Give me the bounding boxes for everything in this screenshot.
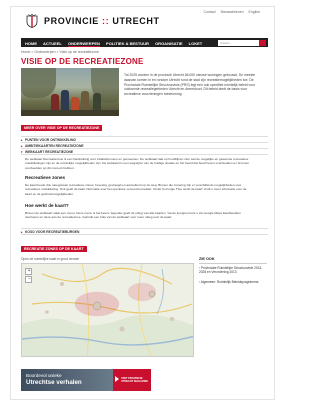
- brand-wordmark[interactable]: PROVINCIE :: UTRECHT: [44, 16, 160, 26]
- arrow-right-icon: [115, 376, 119, 382]
- brand-left: PROVINCIE: [44, 16, 99, 26]
- search-placeholder: Zoeken: [220, 40, 231, 45]
- how-text: Binnen de webkaart staat een menu. Deze …: [25, 211, 241, 220]
- util-link-english[interactable]: English: [249, 10, 260, 14]
- accordion-label: WEBKAART RECREATIEZONE: [25, 150, 74, 155]
- map-widget[interactable]: + −: [21, 263, 194, 357]
- brand-right: UTRECHT: [112, 16, 160, 26]
- search-icon: [260, 47, 265, 52]
- header: PROVINCIE :: UTRECHT Contact Nieuwsbriev…: [11, 7, 274, 35]
- util-link-nieuwsbrieven[interactable]: Nieuwsbrieven: [221, 10, 244, 14]
- nav-item-home[interactable]: HOME: [25, 41, 37, 46]
- accordion-label: AMBITIEKAARTEN RECREATIEZONE: [25, 144, 84, 149]
- see-also-link-label: Algemeen: Ruimtelijk Beleidsprogramma: [200, 280, 259, 284]
- nav-item-loket[interactable]: LOKET: [189, 41, 203, 46]
- nav-item-organisatie[interactable]: ORGANISATIE: [155, 41, 182, 46]
- accordion-label: PUNTEN VOOR ONTWIKKELING: [25, 138, 76, 143]
- accordion: ▸ PUNTEN VOOR ONTWIKKELING ▸ AMBITIEKAARTE…: [21, 136, 268, 155]
- magazine-banner[interactable]: Boordevol unieke Utrechtse verhalen: [21, 369, 113, 391]
- banner-line-2: Utrechtse verhalen: [26, 379, 82, 386]
- map-canvas[interactable]: [22, 264, 194, 357]
- accordion-bottom: ▸ KOSO VOOR RECREATIEBURGEN: [21, 228, 268, 235]
- page-title: VISIE OP DE RECREATIEZONE: [21, 57, 144, 66]
- see-also-title: ZIE OOK: [199, 257, 215, 261]
- brand-separator: ::: [102, 16, 110, 26]
- section-heading-map: RECREATIE ZONES OP DE KAART: [21, 246, 87, 252]
- accordion-item-last[interactable]: ▸ KOSO VOOR RECREATIEBURGEN: [21, 229, 268, 235]
- divider: [199, 263, 267, 264]
- breadcrumb[interactable]: Home > Onderwerpen > Visie op de recreat…: [21, 50, 99, 54]
- accordion-label: KOSO VOOR RECREATIEBURGEN: [25, 230, 80, 235]
- nav-item-politiek[interactable]: POLITIEK & BESTUUR: [106, 41, 149, 46]
- see-also-link-label: Provinciale Ruimtelijke Structuurvisie 2…: [199, 266, 263, 275]
- heading-recreatieve-zones: Recreatieve zones: [25, 175, 66, 180]
- nav-items: HOME ACTUEEL ONDERWERPEN POLITIEK & BEST…: [25, 40, 207, 47]
- search-input[interactable]: Zoeken: [218, 39, 266, 52]
- zones-text: De kaart bevat drie categorieën recreati…: [25, 183, 247, 196]
- zoom-out-button[interactable]: −: [25, 276, 32, 283]
- section-heading-more: MEER OVER VISIE OP DE RECREATIEZONE: [21, 125, 103, 131]
- see-also-link-beleidsprogramma[interactable]: › Algemeen: Ruimtelijk Beleidsprogramma: [199, 280, 267, 284]
- hero-image: [21, 68, 119, 116]
- intro-text: Tot 2025 worden in de provincie Utrecht …: [124, 73, 256, 97]
- see-also-link-prs[interactable]: › Provinciale Ruimtelijke Structuurvisie…: [199, 266, 267, 275]
- chevron-down-icon: ▾: [21, 150, 23, 155]
- webkaart-text: De webkaart Recreatiezone is een handrei…: [25, 157, 250, 170]
- nav-item-onderwerpen[interactable]: ONDERWERPEN: [67, 40, 100, 47]
- chevron-right-icon: ▸: [21, 144, 23, 149]
- chevron-right-icon: ▸: [21, 230, 23, 235]
- search-button[interactable]: [259, 39, 266, 52]
- heading-hoe-werkt: Hoe werkt de kaart?: [25, 203, 69, 208]
- banner-line-1: Boordevol unieke: [26, 373, 62, 378]
- provincie-logo-icon[interactable]: [26, 14, 38, 28]
- magazine-cta[interactable]: VISIT PROVINCIE UTRECHT MAGAZINE: [113, 369, 151, 391]
- nav-item-actueel[interactable]: ACTUEEL: [43, 41, 62, 46]
- map-open-link[interactable]: Open de ruimtelijke kaart in groot venst…: [21, 257, 79, 261]
- zoom-in-button[interactable]: +: [25, 268, 32, 275]
- main-nav: HOME ACTUEEL ONDERWERPEN POLITIEK & BEST…: [21, 38, 268, 52]
- utility-links: Contact Nieuwsbrieven English: [200, 10, 260, 14]
- chevron-right-icon: ▸: [21, 138, 23, 143]
- util-link-contact[interactable]: Contact: [204, 10, 216, 14]
- magazine-cta-label: VISIT PROVINCIE UTRECHT MAGAZINE: [121, 377, 148, 384]
- page: PROVINCIE :: UTRECHT Contact Nieuwsbriev…: [10, 6, 275, 400]
- accordion-item-webkaart[interactable]: ▾ WEBKAART RECREATIEZONE: [21, 149, 268, 155]
